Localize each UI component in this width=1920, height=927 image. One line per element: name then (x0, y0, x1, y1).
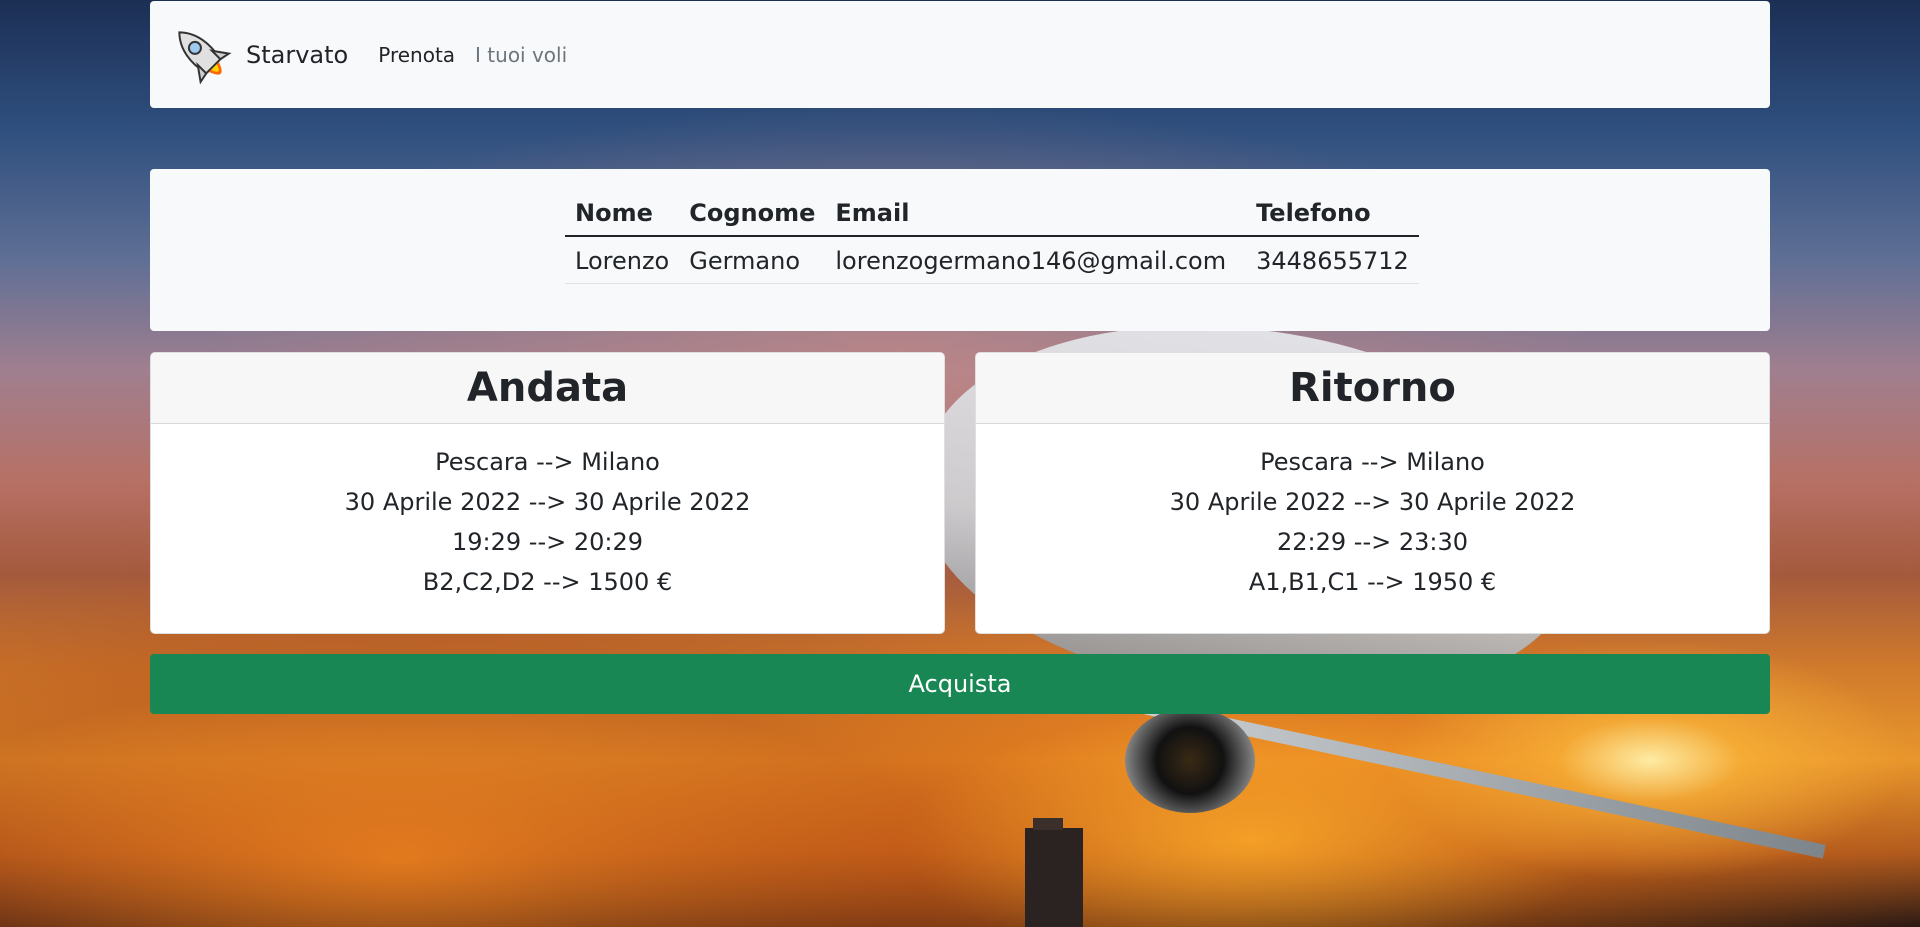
outbound-card-body: Pescara --> Milano 30 Aprile 2022 --> 30… (151, 424, 944, 602)
header-telefono: Telefono (1246, 191, 1419, 237)
brand-link[interactable]: Starvato (166, 19, 348, 91)
outbound-times: 19:29 --> 20:29 (451, 528, 643, 556)
cell-email: lorenzogermano146@gmail.com (825, 236, 1247, 284)
return-seats-price: A1,B1,C1 --> 1950 € (1248, 568, 1497, 596)
background-airplane-engine (1125, 708, 1255, 813)
rocket-icon (178, 30, 232, 85)
user-info-table: Nome Cognome Email Telefono Lorenzo Germ… (565, 191, 1419, 284)
nav-link-prenota[interactable]: Prenota (378, 43, 455, 67)
outbound-dates: 30 Aprile 2022 --> 30 Aprile 2022 (344, 488, 751, 516)
nav-link-i-tuoi-voli[interactable]: I tuoi voli (475, 43, 567, 67)
outbound-card-title: Andata (151, 353, 944, 424)
cell-cognome: Germano (679, 236, 826, 284)
return-flight-card: Ritorno Pescara --> Milano 30 Aprile 202… (975, 352, 1770, 634)
cell-nome: Lorenzo (565, 236, 680, 284)
user-info-panel: Nome Cognome Email Telefono Lorenzo Germ… (150, 169, 1770, 331)
background-tower (1025, 818, 1083, 927)
return-card-title: Ritorno (976, 353, 1769, 424)
navbar: Starvato Prenota I tuoi voli (150, 1, 1770, 108)
return-times: 22:29 --> 23:30 (1276, 528, 1468, 556)
header-nome: Nome (565, 191, 680, 237)
cell-telefono: 3448655712 (1246, 236, 1419, 284)
return-dates: 30 Aprile 2022 --> 30 Aprile 2022 (1169, 488, 1576, 516)
header-cognome: Cognome (679, 191, 826, 237)
outbound-seats-price: B2,C2,D2 --> 1500 € (422, 568, 673, 596)
table-row: Lorenzo Germano lorenzogermano146@gmail.… (565, 236, 1419, 284)
return-card-body: Pescara --> Milano 30 Aprile 2022 --> 30… (976, 424, 1769, 602)
return-route: Pescara --> Milano (1260, 448, 1485, 476)
brand-name: Starvato (246, 40, 349, 69)
buy-button[interactable]: Acquista (150, 654, 1770, 714)
header-email: Email (825, 191, 1247, 237)
outbound-route: Pescara --> Milano (435, 448, 660, 476)
outbound-flight-card: Andata Pescara --> Milano 30 Aprile 2022… (150, 352, 945, 634)
table-header-row: Nome Cognome Email Telefono (565, 191, 1419, 237)
